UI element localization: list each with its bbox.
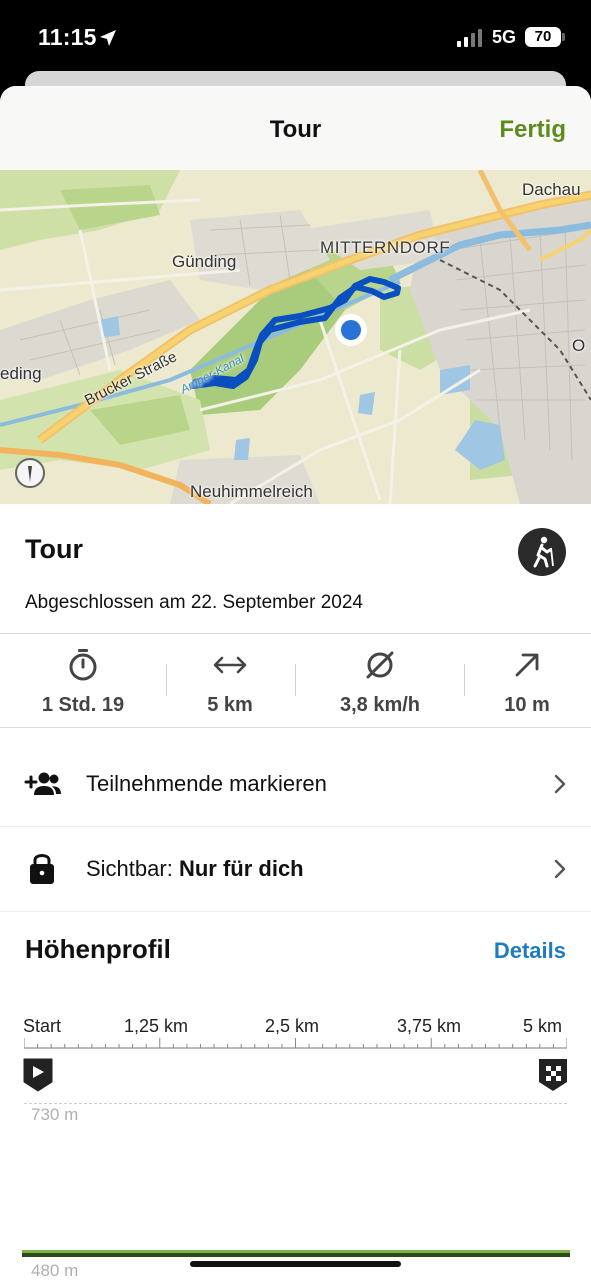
visibility-row[interactable]: Sichtbar: Nur für dich (0, 826, 591, 910)
stat-speed-value: 3,8 km/h (339, 694, 421, 716)
visibility-text: Sichtbar: Nur für dich (86, 856, 304, 882)
elevation-max-label: 730 m (31, 1105, 79, 1124)
location-arrow-icon (100, 30, 116, 46)
done-button[interactable]: Fertig (499, 116, 566, 144)
home-indicator (190, 1261, 401, 1267)
distance-arrows-icon (213, 656, 247, 674)
distance-axis-ticks (24, 1038, 567, 1049)
elevation-profile-line (22, 1250, 570, 1257)
tour-sheet: Tour Fertig Dachau MITTERNDORF Günding e… (0, 86, 591, 1280)
divider (0, 911, 591, 912)
hiking-icon[interactable] (518, 528, 566, 576)
stat-distance: 5 km (160, 648, 300, 717)
stat-ascent-value: 10 m (504, 694, 550, 716)
map-label-gunding: Günding (172, 252, 237, 271)
divider (0, 633, 591, 634)
status-time: 11:15 (38, 24, 97, 50)
stat-distance-value: 5 km (207, 694, 253, 716)
signal-icon (457, 29, 482, 47)
tag-participants-label: Teilnehmende markieren (86, 771, 327, 796)
axis-tick-label: 5 km (523, 1016, 563, 1036)
route-map[interactable]: Dachau MITTERNDORF Günding eding Brucker… (0, 170, 591, 504)
chevron-right-icon (554, 774, 566, 794)
elevation-profile-title: Höhenprofil (25, 934, 171, 964)
tag-participants-row[interactable]: Teilnehmende markieren (0, 741, 591, 825)
map-label-dachau: Dachau (522, 180, 581, 199)
elevation-max-gridline (24, 1103, 567, 1104)
completed-date: Abgeschlossen am 22. September 2024 (25, 592, 363, 613)
chevron-right-icon (554, 859, 566, 879)
map-canvas (0, 170, 591, 504)
finish-flag-icon (539, 1059, 567, 1091)
elevation-min-label: 480 m (31, 1261, 79, 1280)
stat-ascent: 10 m (457, 648, 591, 717)
stopwatch-icon (69, 649, 97, 681)
stat-speed: 3,8 km/h (310, 648, 450, 717)
map-label-eding: eding (0, 364, 42, 383)
visibility-label: Sichtbar: (86, 856, 173, 881)
stat-duration-value: 1 Std. 19 (41, 694, 125, 716)
stat-duration: 1 Std. 19 (13, 648, 153, 717)
map-label-ost: O (572, 336, 586, 355)
map-label-neuhimmelreich: Neuhimmelreich (190, 482, 313, 501)
average-speed-icon (366, 651, 394, 679)
map-label-mitterndorf: MITTERNDORF (320, 238, 451, 257)
lock-icon (30, 854, 54, 884)
axis-tick-label: Start (23, 1016, 62, 1036)
ascent-arrow-icon (515, 653, 539, 677)
nav-bar: Tour Fertig (0, 86, 591, 170)
start-flag-icon (23, 1058, 53, 1092)
visibility-value: Nur für dich (178, 856, 304, 881)
battery-tip (562, 33, 565, 41)
status-bar: 11:15 5G 70 (0, 0, 591, 72)
axis-tick-label: 1,25 km (124, 1016, 189, 1036)
elevation-details-link[interactable]: Details (494, 938, 566, 964)
network-type: 5G (492, 27, 517, 47)
add-participants-icon (24, 772, 61, 795)
axis-tick-label: 3,75 km (397, 1016, 462, 1036)
battery-icon: 70 (525, 27, 561, 47)
axis-tick-label: 2,5 km (265, 1016, 320, 1036)
stat-separator (295, 664, 296, 696)
divider (0, 727, 591, 728)
tour-title: Tour (25, 534, 83, 564)
